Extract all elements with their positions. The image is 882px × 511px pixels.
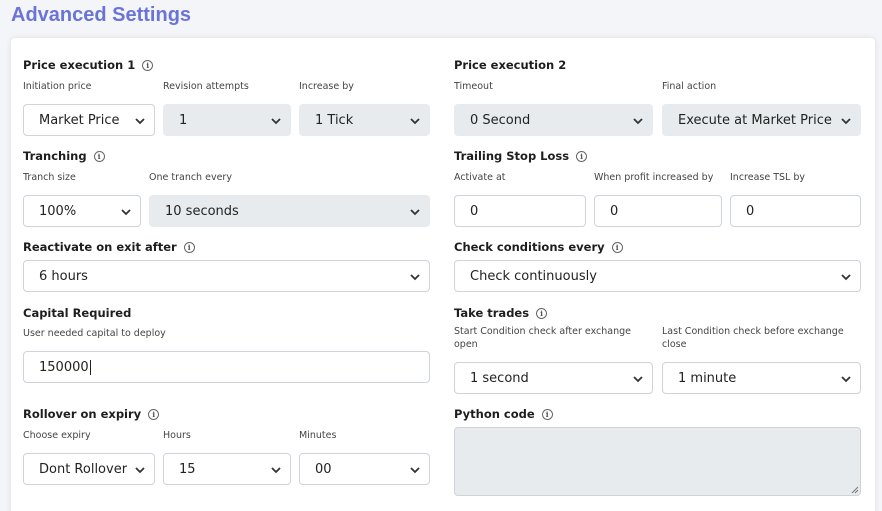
capital-required-input[interactable]: 150000: [23, 351, 430, 383]
final-action-value: Execute at Market Price: [678, 112, 832, 128]
final-action-select[interactable]: Execute at Market Price: [662, 104, 861, 136]
initiation-price-label: Initiation price: [23, 81, 92, 92]
start-condition-value: 1 second: [470, 370, 529, 386]
info-icon[interactable]: i: [576, 150, 588, 162]
increase-tsl-by-label: Increase TSL by: [730, 172, 806, 183]
last-condition-select[interactable]: 1 minute: [662, 362, 861, 394]
chevron-down-icon: [410, 118, 420, 125]
one-tranch-every-select[interactable]: 10 seconds: [149, 195, 430, 227]
chevron-down-icon: [633, 118, 643, 125]
chevron-down-icon: [410, 209, 420, 216]
tranch-size-value: 100%: [39, 203, 77, 219]
reactivate-on-exit-value: 6 hours: [39, 268, 88, 284]
last-condition-label: Last Condition check before exchange clo…: [662, 326, 844, 350]
price-execution-1-title: Price execution 1 i: [23, 58, 154, 72]
chevron-down-icon: [271, 467, 281, 474]
chevron-down-icon: [841, 274, 851, 281]
tranching-title-text: Tranching: [23, 149, 87, 163]
choose-expiry-value: Dont Rollover: [39, 461, 128, 477]
rollover-on-expiry-title-text: Rollover on expiry: [23, 407, 142, 421]
capital-required-value: 150000: [39, 359, 89, 375]
minutes-select[interactable]: 00: [299, 453, 430, 485]
initiation-price-value: Market Price: [39, 112, 120, 128]
minutes-label: Minutes: [299, 430, 337, 441]
revision-attempts-label: Revision attempts: [163, 81, 249, 92]
tranch-size-label: Tranch size: [23, 172, 76, 183]
reactivate-on-exit-select[interactable]: 6 hours: [23, 260, 430, 292]
initiation-price-select[interactable]: Market Price: [23, 104, 155, 136]
chevron-down-icon: [135, 467, 145, 474]
hours-value: 15: [179, 461, 196, 477]
when-profit-increased-by-input[interactable]: 0: [594, 195, 722, 227]
increase-by-select[interactable]: 1 Tick: [299, 104, 430, 136]
check-conditions-title: Check conditions every i: [454, 240, 623, 254]
capital-required-title-text: Capital Required: [23, 306, 132, 320]
chevron-down-icon: [633, 376, 643, 383]
check-conditions-value: Check continuously: [470, 268, 597, 284]
increase-by-label: Increase by: [299, 81, 354, 92]
minutes-value: 00: [315, 461, 332, 477]
python-code-title-text: Python code: [454, 407, 535, 421]
one-tranch-every-value: 10 seconds: [165, 203, 239, 219]
activate-at-value: 0: [470, 203, 479, 219]
trailing-stop-loss-title-text: Trailing Stop Loss: [454, 149, 570, 163]
python-code-textarea[interactable]: [454, 427, 861, 496]
capital-required-label: User needed capital to deploy: [23, 328, 166, 339]
timeout-select[interactable]: 0 Second: [454, 104, 653, 136]
trailing-stop-loss-title: Trailing Stop Loss i: [454, 149, 588, 163]
hours-label: Hours: [163, 430, 191, 441]
reactivate-on-exit-title-text: Reactivate on exit after: [23, 240, 177, 254]
increase-tsl-by-input[interactable]: 0: [730, 195, 861, 227]
increase-tsl-by-value: 0: [746, 203, 755, 219]
chevron-down-icon: [841, 118, 851, 125]
chevron-down-icon: [121, 209, 131, 216]
info-icon[interactable]: i: [536, 307, 548, 319]
last-condition-value: 1 minute: [678, 370, 737, 386]
revision-attempts-select[interactable]: 1: [163, 104, 291, 136]
chevron-down-icon: [410, 467, 420, 474]
timeout-value: 0 Second: [470, 112, 531, 128]
one-tranch-every-label: One tranch every: [149, 172, 232, 183]
rollover-on-expiry-title: Rollover on expiry i: [23, 407, 160, 421]
python-code-title: Python code i: [454, 407, 553, 421]
resize-handle-icon[interactable]: [850, 485, 859, 494]
check-conditions-select[interactable]: Check continuously: [454, 260, 861, 292]
info-icon[interactable]: i: [541, 408, 553, 420]
tranching-title: Tranching i: [23, 149, 105, 163]
timeout-label: Timeout: [454, 81, 493, 92]
info-icon[interactable]: i: [93, 150, 105, 162]
reactivate-on-exit-title: Reactivate on exit after i: [23, 240, 195, 254]
chevron-down-icon: [841, 376, 851, 383]
choose-expiry-label: Choose expiry: [23, 430, 91, 441]
info-icon[interactable]: i: [611, 241, 623, 253]
take-trades-title-text: Take trades: [454, 306, 530, 320]
final-action-label: Final action: [662, 81, 717, 92]
activate-at-input[interactable]: 0: [454, 195, 586, 227]
text-caret: [89, 359, 91, 375]
price-execution-1-title-text: Price execution 1: [23, 58, 136, 72]
price-execution-2-title-text: Price execution 2: [454, 58, 567, 72]
when-profit-increased-by-value: 0: [610, 203, 619, 219]
start-condition-select[interactable]: 1 second: [454, 362, 653, 394]
take-trades-title: Take trades i: [454, 306, 548, 320]
info-icon[interactable]: i: [148, 408, 160, 420]
when-profit-increased-by-label: When profit increased by: [594, 172, 714, 183]
start-condition-label: Start Condition check after exchange ope…: [454, 326, 632, 350]
info-icon[interactable]: i: [183, 241, 195, 253]
page-title: Advanced Settings: [11, 4, 192, 26]
increase-by-value: 1 Tick: [315, 112, 354, 128]
settings-card: Price execution 1 i Initiation price Rev…: [11, 38, 875, 511]
tranch-size-select[interactable]: 100%: [23, 195, 141, 227]
activate-at-label: Activate at: [454, 172, 506, 183]
choose-expiry-select[interactable]: Dont Rollover: [23, 453, 155, 485]
chevron-down-icon: [135, 118, 145, 125]
info-icon[interactable]: i: [142, 59, 154, 71]
hours-select[interactable]: 15: [163, 453, 291, 485]
capital-required-title: Capital Required: [23, 306, 131, 320]
check-conditions-title-text: Check conditions every: [454, 240, 605, 254]
revision-attempts-value: 1: [179, 112, 188, 128]
chevron-down-icon: [271, 118, 281, 125]
chevron-down-icon: [410, 274, 420, 281]
price-execution-2-title: Price execution 2: [454, 58, 566, 72]
